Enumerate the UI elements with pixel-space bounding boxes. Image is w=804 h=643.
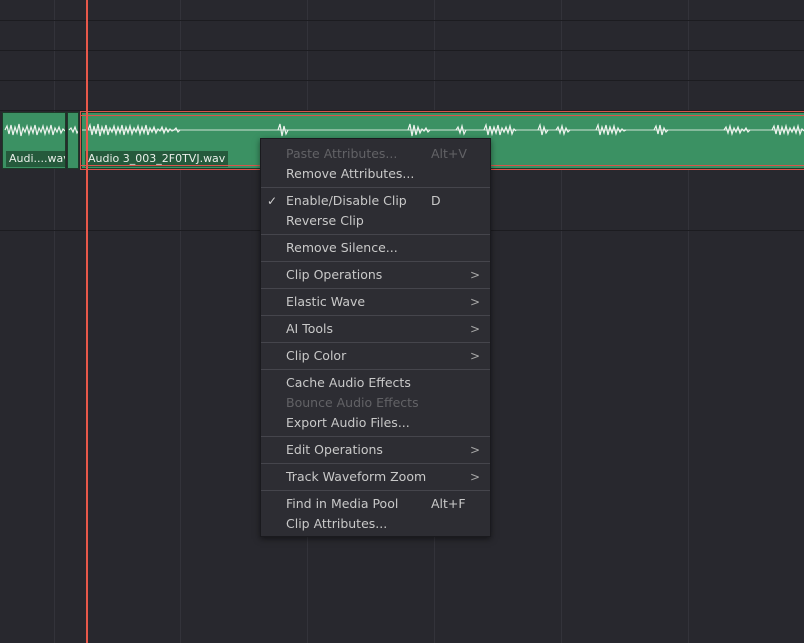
menu-item-track-waveform-zoom[interactable]: Track Waveform Zoom > — [261, 467, 490, 487]
menu-separator — [261, 234, 490, 235]
menu-item-clip-attributes[interactable]: Clip Attributes... — [261, 514, 490, 534]
track-divider — [0, 110, 804, 111]
audio-clip[interactable]: Audi....wav — [2, 112, 66, 169]
menu-separator — [261, 187, 490, 188]
menu-item-ai-tools[interactable]: AI Tools > — [261, 319, 490, 339]
track-divider — [0, 20, 804, 21]
menu-separator — [261, 288, 490, 289]
grid-line — [54, 0, 55, 643]
clip-label: Audi....wav — [6, 151, 65, 167]
chevron-right-icon: > — [469, 349, 480, 363]
menu-item-remove-silence[interactable]: Remove Silence... — [261, 238, 490, 258]
menu-separator — [261, 342, 490, 343]
menu-item-find-in-media-pool[interactable]: Find in Media Pool Alt+F — [261, 494, 490, 514]
menu-item-elastic-wave[interactable]: Elastic Wave > — [261, 292, 490, 312]
waveform — [4, 123, 65, 137]
grid-line — [561, 0, 562, 643]
track-divider — [0, 50, 804, 51]
menu-item-reverse-clip[interactable]: Reverse Clip — [261, 211, 490, 231]
menu-item-export-audio-files[interactable]: Export Audio Files... — [261, 413, 490, 433]
chevron-right-icon: > — [469, 295, 480, 309]
chevron-right-icon: > — [469, 322, 480, 336]
menu-item-clip-color[interactable]: Clip Color > — [261, 346, 490, 366]
menu-item-remove-attributes[interactable]: Remove Attributes... — [261, 164, 490, 184]
grid-line — [180, 0, 181, 643]
checkmark-icon: ✓ — [267, 194, 278, 208]
menu-item-enable-disable-clip[interactable]: ✓ Enable/Disable Clip D — [261, 191, 490, 211]
menu-item-edit-operations[interactable]: Edit Operations > — [261, 440, 490, 460]
menu-item-bounce-audio-effects[interactable]: Bounce Audio Effects — [261, 393, 490, 413]
track-divider — [0, 80, 804, 81]
chevron-right-icon: > — [469, 443, 480, 457]
menu-separator — [261, 261, 490, 262]
menu-item-cache-audio-effects[interactable]: Cache Audio Effects — [261, 373, 490, 393]
chevron-right-icon: > — [469, 268, 480, 282]
context-menu: Paste Attributes... Alt+V Remove Attribu… — [260, 138, 491, 537]
clip-label: Audio 3_003_2F0TVJ.wav — [85, 151, 229, 167]
menu-separator — [261, 369, 490, 370]
menu-separator — [261, 315, 490, 316]
menu-separator — [261, 463, 490, 464]
chevron-right-icon: > — [469, 470, 480, 484]
menu-separator — [261, 436, 490, 437]
waveform — [68, 125, 78, 135]
menu-item-paste-attributes[interactable]: Paste Attributes... Alt+V — [261, 144, 490, 164]
playhead[interactable] — [86, 0, 88, 643]
audio-clip[interactable] — [67, 112, 79, 169]
menu-separator — [261, 490, 490, 491]
menu-item-clip-operations[interactable]: Clip Operations > — [261, 265, 490, 285]
grid-line — [688, 0, 689, 643]
